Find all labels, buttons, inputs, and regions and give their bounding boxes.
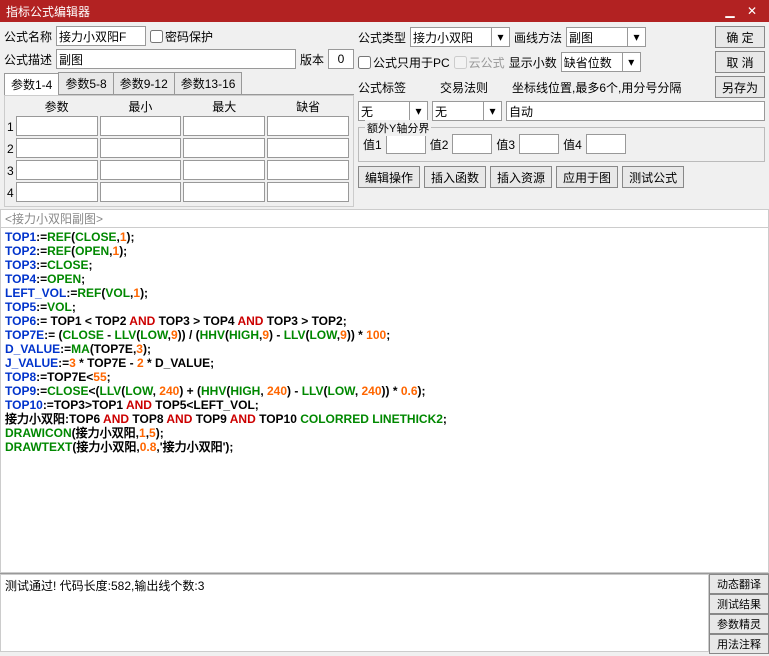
edit-op-button[interactable]: 编辑操作 xyxy=(358,166,420,188)
tab-params-9-12[interactable]: 参数9-12 xyxy=(113,72,175,94)
param-cell[interactable] xyxy=(16,182,98,202)
window-title: 指标公式编辑器 xyxy=(6,3,719,20)
tab-params-5-8[interactable]: 参数5-8 xyxy=(58,72,113,94)
close-icon[interactable]: ✕ xyxy=(741,4,763,18)
usage-note-button[interactable]: 用法注释 xyxy=(709,634,769,654)
insert-func-button[interactable]: 插入函数 xyxy=(424,166,486,188)
param-cell[interactable] xyxy=(267,138,349,158)
param-cell[interactable] xyxy=(16,160,98,180)
code-editor[interactable]: TOP1:=REF(CLOSE,1);TOP2:=REF(OPEN,1);TOP… xyxy=(0,227,769,573)
val3-input[interactable] xyxy=(519,134,559,154)
code-title: <接力小双阳副图> xyxy=(0,209,769,227)
formula-name-label: 公式名称 xyxy=(4,28,52,45)
test-formula-button[interactable]: 测试公式 xyxy=(622,166,684,188)
chevron-down-icon: ▾ xyxy=(483,102,501,120)
param-cell[interactable] xyxy=(100,138,182,158)
param-cell[interactable] xyxy=(16,116,98,136)
param-cell[interactable] xyxy=(100,182,182,202)
val2-input[interactable] xyxy=(452,134,492,154)
insert-res-button[interactable]: 插入资源 xyxy=(490,166,552,188)
apply-chart-button[interactable]: 应用于图 xyxy=(556,166,618,188)
param-tabs: 参数1-4 参数5-8 参数9-12 参数13-16 xyxy=(4,72,354,95)
coord-pos-label: 坐标线位置,最多6个,用分号分隔 xyxy=(512,79,681,96)
show-decimal-label: 显示小数 xyxy=(509,54,557,71)
param-cell[interactable] xyxy=(183,138,265,158)
draw-method-select[interactable]: 副图▾ xyxy=(566,27,646,47)
chevron-down-icon: ▾ xyxy=(491,28,509,46)
draw-method-label: 画线方法 xyxy=(514,29,562,46)
status-bar: 测试通过! 代码长度:582,输出线个数:3 xyxy=(0,574,709,652)
param-cell[interactable] xyxy=(100,160,182,180)
param-cell[interactable] xyxy=(16,138,98,158)
param-cell[interactable] xyxy=(267,160,349,180)
dyn-trans-button[interactable]: 动态翻译 xyxy=(709,574,769,594)
version-label: 版本 xyxy=(300,51,324,68)
val1-input[interactable] xyxy=(386,134,426,154)
save-as-button[interactable]: 另存为 xyxy=(715,76,765,98)
formula-type-label: 公式类型 xyxy=(358,29,406,46)
cloud-formula-checkbox: 云公式 xyxy=(454,54,505,71)
ok-button[interactable]: 确 定 xyxy=(715,26,765,48)
formula-desc-label: 公式描述 xyxy=(4,51,52,68)
chevron-down-icon: ▾ xyxy=(409,102,427,120)
chevron-down-icon: ▾ xyxy=(627,28,645,46)
formula-desc-input[interactable] xyxy=(56,49,296,69)
param-table: 1 2 3 4 参数最小最大缺省 xyxy=(4,95,354,207)
trade-rule-select[interactable]: 无▾ xyxy=(432,101,502,121)
extra-yaxis-group: 额外Y轴分界 值1 值2 值3 值4 xyxy=(358,127,765,162)
formula-type-select[interactable]: 接力小双阳▾ xyxy=(410,27,510,47)
pwd-protect-checkbox[interactable]: 密码保护 xyxy=(150,28,213,45)
show-decimal-select[interactable]: 缺省位数▾ xyxy=(561,52,641,72)
formula-name-input[interactable] xyxy=(56,26,146,46)
cancel-button[interactable]: 取 消 xyxy=(715,51,765,73)
minimize-icon[interactable]: ▁ xyxy=(719,4,741,18)
param-cell[interactable] xyxy=(183,116,265,136)
chevron-down-icon: ▾ xyxy=(622,53,640,71)
param-cell[interactable] xyxy=(100,116,182,136)
formula-tag-label: 公式标签 xyxy=(358,79,406,96)
param-cell[interactable] xyxy=(183,182,265,202)
param-cell[interactable] xyxy=(267,116,349,136)
test-result-button[interactable]: 测试结果 xyxy=(709,594,769,614)
tab-params-13-16[interactable]: 参数13-16 xyxy=(174,72,243,94)
trade-rule-label: 交易法则 xyxy=(440,79,488,96)
coord-pos-input[interactable] xyxy=(506,101,765,121)
titlebar: 指标公式编辑器 ▁ ✕ xyxy=(0,0,769,22)
tab-params-1-4[interactable]: 参数1-4 xyxy=(4,73,59,95)
param-cell[interactable] xyxy=(183,160,265,180)
formula-tag-select[interactable]: 无▾ xyxy=(358,101,428,121)
val4-input[interactable] xyxy=(586,134,626,154)
param-cell[interactable] xyxy=(267,182,349,202)
pc-only-checkbox[interactable]: 公式只用于PC xyxy=(358,54,450,71)
param-wiz-button[interactable]: 参数精灵 xyxy=(709,614,769,634)
version-input[interactable] xyxy=(328,49,354,69)
